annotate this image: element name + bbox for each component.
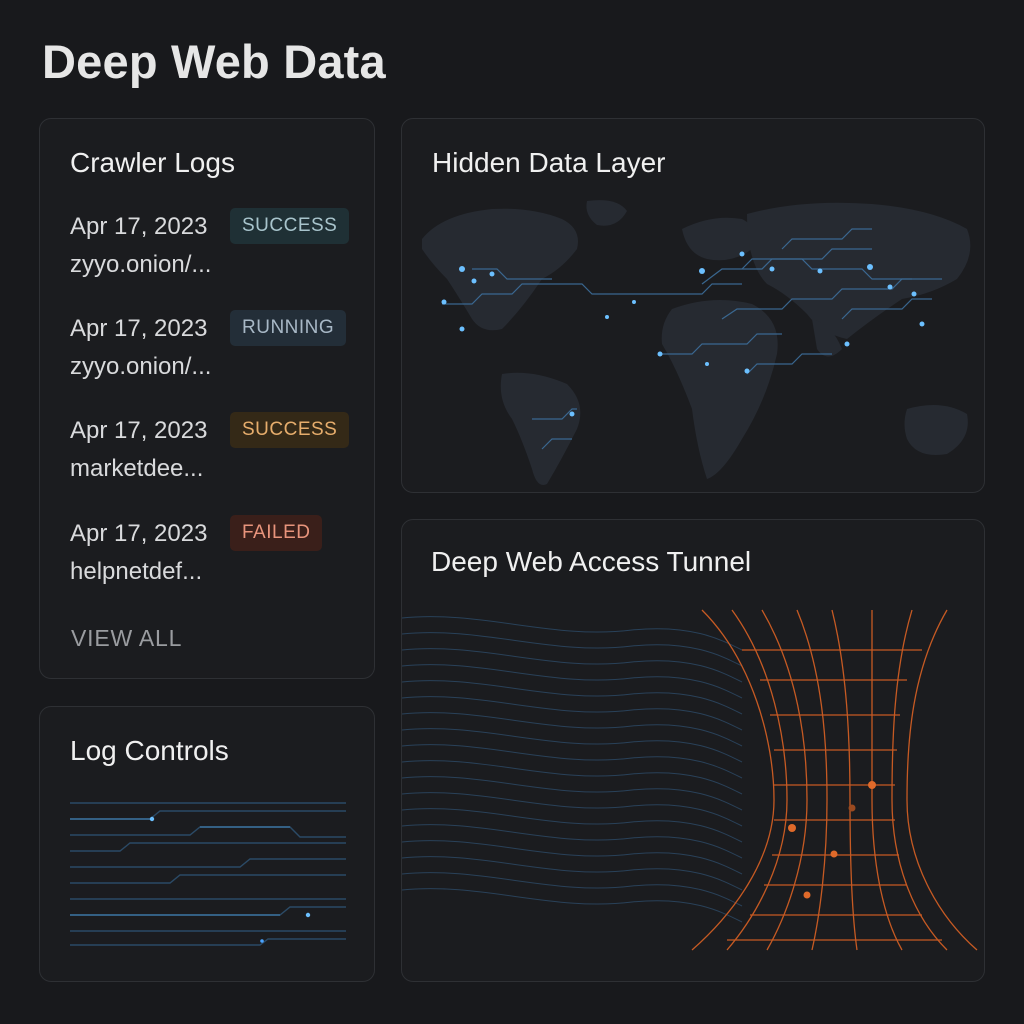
log-entry[interactable]: Apr 17, 2023 SUCCESS zyyo.onion/... <box>70 208 360 283</box>
hidden-data-layer-title: Hidden Data Layer <box>432 147 666 178</box>
status-badge: SUCCESS <box>230 208 350 244</box>
page-title: Deep Web Data <box>42 35 386 88</box>
log-date: Apr 17, 2023 <box>70 417 208 444</box>
log-date: Apr 17, 2023 <box>70 315 208 342</box>
log-entry[interactable]: Apr 17, 2023 SUCCESS marketdee... <box>70 412 360 487</box>
circuit-lines-graphic <box>70 802 346 946</box>
status-badge: SUCCESS <box>230 412 350 448</box>
log-date: Apr 17, 2023 <box>70 213 208 240</box>
tunnel-graphic <box>402 609 978 951</box>
log-url: zyyo.onion/... <box>70 353 212 380</box>
crawler-logs-card: Crawler Logs Apr 17, 2023 SUCCESS zyyo.o… <box>39 118 375 679</box>
log-date: Apr 17, 2023 <box>70 520 208 547</box>
hidden-data-layer-card: Hidden Data Layer <box>401 118 985 493</box>
log-entry[interactable]: Apr 17, 2023 RUNNING zyyo.onion/... <box>70 310 360 385</box>
access-tunnel-card: Deep Web Access Tunnel <box>401 519 985 982</box>
log-url: zyyo.onion/... <box>70 251 212 278</box>
log-url: helpnetdef... <box>70 558 203 585</box>
view-all-link[interactable]: VIEW ALL <box>71 625 182 652</box>
status-badge: RUNNING <box>230 310 347 346</box>
log-entry[interactable]: Apr 17, 2023 FAILED helpnetdef... <box>70 515 360 590</box>
log-url: marketdee... <box>70 455 204 482</box>
access-tunnel-title: Deep Web Access Tunnel <box>431 546 752 577</box>
log-controls-card: Log Controls <box>39 706 375 982</box>
status-badge: FAILED <box>230 515 323 551</box>
crawler-logs-title: Crawler Logs <box>70 147 235 178</box>
